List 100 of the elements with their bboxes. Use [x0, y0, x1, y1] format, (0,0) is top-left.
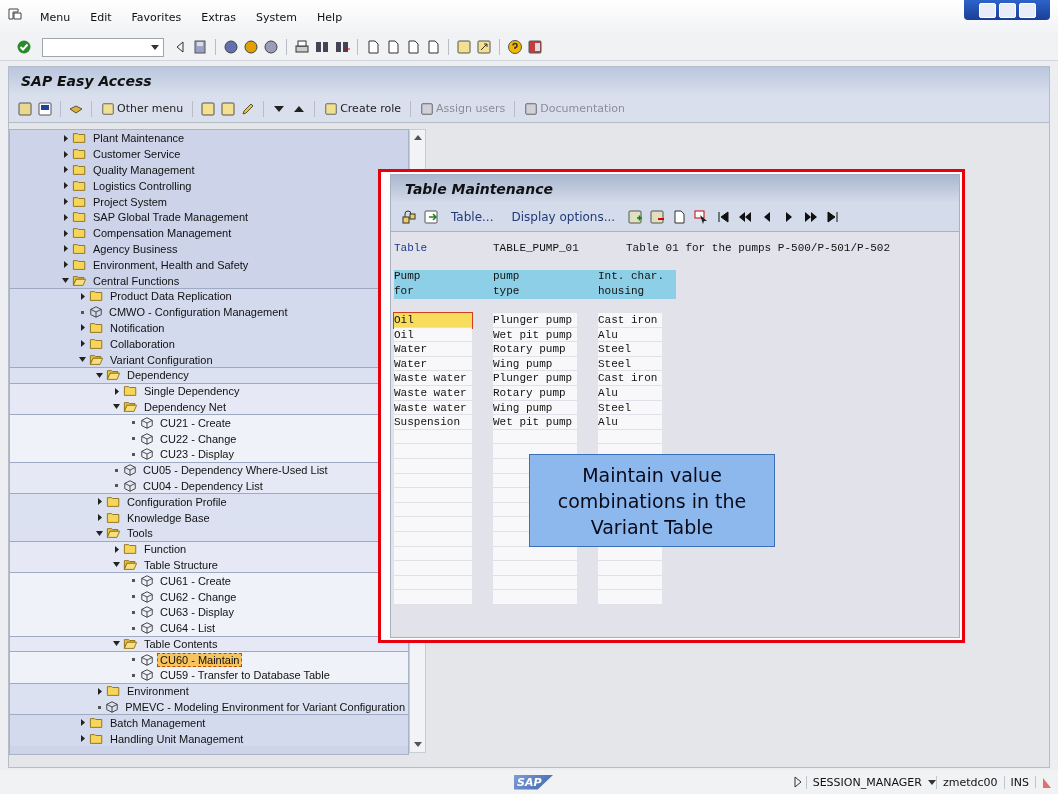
empty-cell[interactable]	[493, 590, 577, 605]
shortcut-icon[interactable]	[476, 39, 492, 55]
page-icon[interactable]	[425, 39, 441, 55]
tree-item[interactable]: Notification	[107, 320, 168, 335]
tree-item[interactable]: Project System	[90, 194, 170, 209]
tree-item[interactable]: CU21 - Create	[157, 415, 234, 430]
cube-icon[interactable]	[123, 463, 137, 478]
dropdown-arrow-icon[interactable]	[151, 44, 159, 50]
expand-arrow-icon[interactable]	[63, 261, 68, 269]
table-cell[interactable]: Cast iron	[598, 371, 662, 386]
system-menu-icon[interactable]	[8, 8, 22, 20]
flag-icon[interactable]	[37, 100, 53, 117]
checkmark-icon[interactable]	[16, 39, 32, 55]
insert-row-icon[interactable]	[627, 209, 644, 225]
menu-item[interactable]: Help	[307, 10, 353, 24]
table-cell[interactable]: Rotary pump	[493, 342, 577, 357]
expand-arrow-icon[interactable]	[80, 735, 85, 743]
expand-arrow-icon[interactable]	[80, 719, 85, 727]
tree-item[interactable]: Plant Maintenance	[90, 131, 188, 146]
empty-cell[interactable]	[394, 444, 472, 459]
minimize-button[interactable]	[978, 2, 996, 18]
table-cell[interactable]: Water	[394, 342, 472, 357]
previous-page-icon[interactable]	[737, 209, 754, 225]
cube-icon[interactable]	[140, 447, 154, 462]
toolbar-button[interactable]: Display options...	[505, 210, 622, 224]
table-cell[interactable]: Plunger pump	[493, 313, 577, 328]
empty-cell[interactable]	[598, 561, 662, 576]
cube-icon[interactable]	[140, 573, 154, 588]
expand-arrow-icon[interactable]	[80, 292, 85, 300]
toolbar-icon[interactable]	[324, 101, 339, 116]
cube-icon[interactable]	[140, 621, 154, 636]
menu-item[interactable]: Edit	[80, 10, 122, 24]
table-cell[interactable]: Oil	[394, 313, 472, 328]
lock-icon[interactable]	[401, 209, 417, 225]
maximize-button[interactable]	[998, 2, 1016, 18]
cube-icon[interactable]	[89, 305, 103, 320]
empty-cell[interactable]	[394, 517, 472, 532]
empty-cell[interactable]	[598, 590, 662, 605]
collapse-arrow-icon[interactable]	[62, 278, 69, 284]
scroll-down-icon[interactable]	[413, 742, 422, 747]
collapse-arrow-icon[interactable]	[79, 357, 86, 363]
command-field[interactable]	[42, 37, 164, 57]
tree-item[interactable]: CU63 - Display	[157, 605, 237, 620]
expand-arrow-icon[interactable]	[63, 213, 68, 221]
tree-item[interactable]: SAP Global Trade Management	[90, 210, 252, 225]
cube-icon[interactable]	[140, 668, 154, 683]
tree-item[interactable]: Customer Service	[90, 147, 184, 162]
tree-item[interactable]: Logistics Controlling	[90, 178, 195, 193]
expand-arrow-icon[interactable]	[97, 498, 102, 506]
tree-item[interactable]: Dependency Net	[141, 399, 229, 414]
delete-row-icon[interactable]	[649, 209, 666, 225]
export-icon[interactable]	[423, 209, 439, 225]
toolbar-button[interactable]: Other menu	[99, 101, 186, 116]
collapse-arrow-icon[interactable]	[96, 372, 103, 378]
page-icon[interactable]	[365, 39, 381, 55]
toolbar-icon[interactable]	[101, 101, 115, 116]
toolbar-button[interactable]: Create role	[322, 101, 404, 116]
page-icon[interactable]	[671, 209, 688, 225]
tree-item[interactable]: Table Structure	[141, 557, 221, 572]
expand-arrow-icon[interactable]	[63, 166, 68, 174]
tree-item[interactable]: Agency Business	[90, 241, 181, 256]
tree-item[interactable]: Tools	[124, 526, 156, 541]
tree-item[interactable]: Environment, Health and Safety	[90, 257, 252, 272]
expand-arrow-icon[interactable]	[97, 687, 102, 695]
tree-item[interactable]: CU60 - Maintain	[157, 652, 243, 667]
menu-item[interactable]: Extras	[191, 10, 246, 24]
cube-icon[interactable]	[140, 652, 154, 667]
expand-arrow-icon[interactable]	[63, 182, 68, 190]
tree-item[interactable]: Quality Management	[90, 163, 198, 177]
help-icon[interactable]	[507, 39, 523, 55]
first-page-icon[interactable]	[715, 209, 732, 225]
expand-arrow-icon[interactable]	[97, 514, 102, 521]
dropdown-arrow-icon[interactable]	[927, 779, 936, 785]
empty-cell[interactable]	[394, 488, 472, 503]
tree-item[interactable]: CU22 - Change	[157, 431, 240, 446]
page-icon[interactable]	[385, 39, 401, 55]
empty-cell[interactable]	[493, 561, 577, 576]
expand-arrow-icon[interactable]	[63, 134, 68, 142]
expand-arrow-icon[interactable]	[63, 150, 68, 158]
menu-item[interactable]: Menu	[30, 10, 81, 24]
tree-item[interactable]: Dependency	[124, 368, 192, 383]
expand-arrow-icon[interactable]	[114, 545, 119, 553]
collapse-arrow-icon[interactable]	[113, 562, 120, 568]
expand-arrow-icon[interactable]	[63, 198, 68, 206]
expand-arrow-icon[interactable]	[114, 387, 119, 395]
session-name[interactable]: SESSION_MANAGER	[805, 775, 928, 789]
table-cell[interactable]: Steel	[598, 342, 662, 357]
expand-arrow-icon[interactable]	[63, 245, 68, 253]
tree-item[interactable]: Central Functions	[90, 273, 183, 288]
scroll-up-icon[interactable]	[413, 135, 422, 140]
cube-icon[interactable]	[105, 700, 120, 715]
cube-icon[interactable]	[140, 431, 154, 446]
cube-icon[interactable]	[140, 605, 154, 620]
tree-item[interactable]: Collaboration	[107, 336, 178, 351]
cube-icon[interactable]	[140, 589, 154, 604]
collapse-arrow-icon[interactable]	[96, 530, 103, 536]
print-icon[interactable]	[294, 39, 310, 55]
table-cell[interactable]: Alu	[598, 415, 662, 430]
table-cell[interactable]: Suspension	[394, 415, 472, 430]
cube-icon[interactable]	[123, 478, 137, 493]
